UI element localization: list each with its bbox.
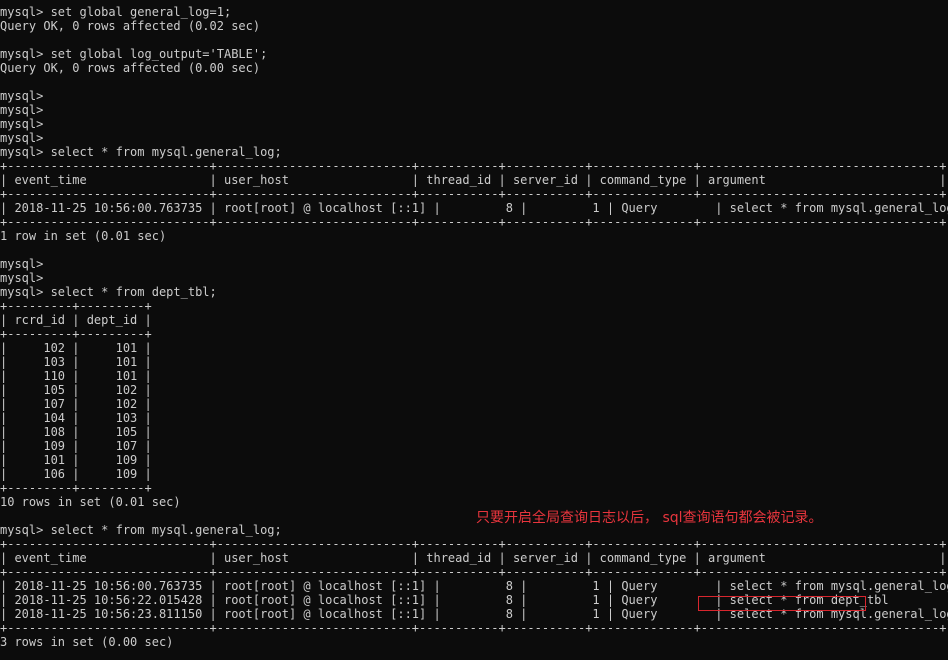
console-line: Query OK, 0 rows affected (0.02 sec)	[0, 19, 261, 33]
console-line: +---------+---------+	[0, 299, 152, 313]
console-line: 10 rows in set (0.01 sec)	[0, 495, 181, 509]
console-line: | rcrd_id | dept_id |	[0, 313, 152, 327]
console-line: +---------+---------+	[0, 327, 152, 341]
console-line: +----------------------------+----------…	[0, 565, 947, 579]
console-line: mysql>	[0, 103, 44, 117]
console-line: mysql> select * from mysql.general_log;	[0, 145, 282, 159]
console-line: 3 rows in set (0.00 sec)	[0, 635, 174, 649]
console-line: mysql>	[0, 257, 44, 271]
console-line: mysql> set global log_output='TABLE';	[0, 47, 268, 61]
console-line: +----------------------------+----------…	[0, 159, 947, 173]
console-line: mysql> select * from mysql.general_log;	[0, 523, 282, 537]
highlight-box	[698, 596, 866, 611]
console-line: mysql>	[0, 271, 44, 285]
annotation-note: 只要开启全局查询日志以后， sql查询语句都会被记录。	[476, 510, 823, 526]
console-line: | 2018-11-25 10:56:00.763735 | root[root…	[0, 579, 948, 593]
console-line: mysql>	[0, 117, 44, 131]
console-line: +----------------------------+----------…	[0, 537, 947, 551]
console-line: | 102 | 101 |	[0, 341, 152, 355]
console-line: | 108 | 105 |	[0, 425, 152, 439]
console-line: mysql>	[0, 131, 44, 145]
console-line: | 110 | 101 |	[0, 369, 152, 383]
console-line: +----------------------------+----------…	[0, 621, 947, 635]
console-line: | 2018-11-25 10:56:00.763735 | root[root…	[0, 201, 948, 215]
console-line: | 107 | 102 |	[0, 397, 152, 411]
console-line: | event_time | user_host | thread_id | s…	[0, 551, 947, 565]
console-line: +---------+---------+	[0, 481, 152, 495]
console-line: mysql> set global general_log=1;	[0, 5, 232, 19]
console-line: 1 row in set (0.01 sec)	[0, 229, 167, 243]
console-line: +----------------------------+----------…	[0, 187, 947, 201]
console-line: | 106 | 109 |	[0, 467, 152, 481]
terminal-window[interactable]: mysql> set global general_log=1; Query O…	[0, 0, 948, 660]
console-line: | 101 | 109 |	[0, 453, 152, 467]
console-line: | event_time | user_host | thread_id | s…	[0, 173, 947, 187]
console-line: mysql>	[0, 89, 44, 103]
console-line: | 103 | 101 |	[0, 355, 152, 369]
console-line: Query OK, 0 rows affected (0.00 sec)	[0, 61, 261, 75]
console-line: mysql> select * from dept_tbl;	[0, 285, 217, 299]
console-line: | 109 | 107 |	[0, 439, 152, 453]
console-line: | 105 | 102 |	[0, 383, 152, 397]
console-line: +----------------------------+----------…	[0, 215, 947, 229]
console-output[interactable]: mysql> set global general_log=1; Query O…	[0, 5, 948, 649]
console-line: | 104 | 103 |	[0, 411, 152, 425]
